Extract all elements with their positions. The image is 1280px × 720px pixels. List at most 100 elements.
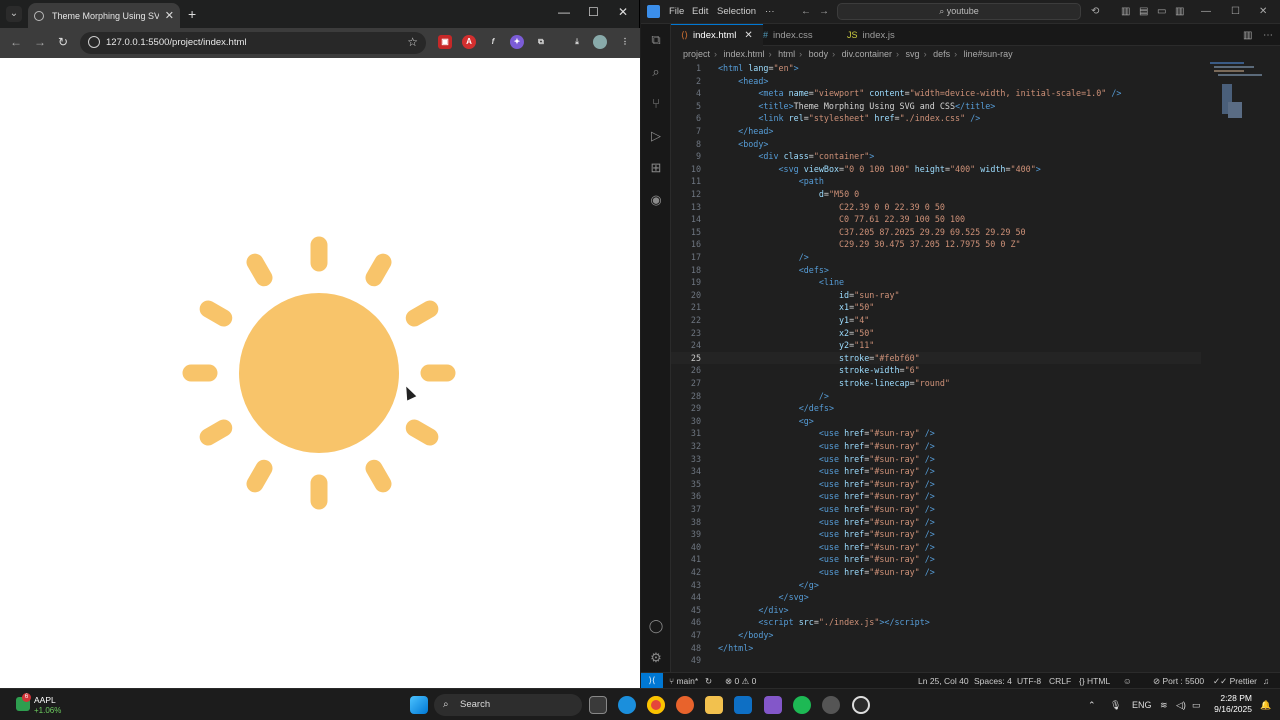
code-line[interactable]: 29 </defs> <box>671 402 1201 415</box>
extension-icon-purple[interactable]: ✦ <box>510 35 524 49</box>
editor-more-icon[interactable]: ⋯ <box>1263 30 1273 41</box>
code-line[interactable]: 27 stroke-linecap="round" <box>671 377 1201 390</box>
tab-index-html[interactable]: ⟨⟩ index.html ✕ <box>671 24 763 46</box>
copilot-icon[interactable]: ⟲ <box>1091 6 1099 17</box>
code-line[interactable]: 19 <line <box>671 276 1201 289</box>
menu-more[interactable]: ··· <box>765 6 775 17</box>
code-line[interactable]: 13 C22.39 0 0 22.39 0 50 <box>671 201 1201 214</box>
code-line[interactable]: 41 <use href="#sun-ray" /> <box>671 553 1201 566</box>
code-line[interactable]: 23 x2="50" <box>671 327 1201 340</box>
notifications-bell-icon[interactable]: ♫ <box>1263 676 1269 686</box>
split-editor-icon[interactable]: ▥ <box>1243 30 1252 41</box>
forward-icon[interactable]: → <box>34 35 46 49</box>
maximize-icon[interactable]: ☐ <box>588 5 599 19</box>
edge-icon[interactable] <box>618 696 636 714</box>
code-line[interactable]: 44 </svg> <box>671 591 1201 604</box>
browser-tab-active[interactable]: Theme Morphing Using SVG an ✕ <box>28 3 180 28</box>
breadcrumb-item[interactable]: project <box>683 49 710 59</box>
back-icon[interactable]: ← <box>10 35 22 49</box>
tab-index-css[interactable]: # index.css <box>753 24 823 46</box>
breadcrumb-item[interactable]: div.container <box>842 49 892 59</box>
minimize-icon[interactable]: — <box>558 5 570 19</box>
code-line[interactable]: 24 y2="11" <box>671 339 1201 352</box>
code-line[interactable]: 20 id="sun-ray" <box>671 289 1201 302</box>
breadcrumb-item[interactable]: line#sun-ray <box>964 49 1013 59</box>
run-debug-icon[interactable]: ▷ <box>648 128 664 144</box>
code-line[interactable]: 25 stroke="#febf60" <box>671 351 1201 365</box>
github-desktop-icon[interactable] <box>822 696 840 714</box>
profile-avatar[interactable] <box>593 35 607 49</box>
taskbar-search[interactable]: ⌕ Search <box>434 694 582 716</box>
accounts-icon[interactable]: ◯ <box>648 618 664 634</box>
command-center-search[interactable]: ⌕ youtube <box>837 3 1081 20</box>
branch-indicator[interactable]: ⑂ main* <box>669 676 698 686</box>
windows-start-icon[interactable] <box>410 696 428 714</box>
code-line[interactable]: 8 <body> <box>671 138 1201 151</box>
visual-studio-icon[interactable] <box>764 696 782 714</box>
extension-icon-font[interactable]: f <box>486 35 500 49</box>
code-line[interactable]: 37 <use href="#sun-ray" /> <box>671 503 1201 516</box>
nav-forward-icon[interactable]: → <box>819 6 829 17</box>
code-line[interactable]: 49 <box>671 654 1201 667</box>
code-line[interactable]: 18 <defs> <box>671 264 1201 277</box>
code-line[interactable]: 30 <g> <box>671 415 1201 428</box>
code-line[interactable]: 21 x1="50" <box>671 301 1201 314</box>
code-line[interactable]: 36 <use href="#sun-ray" /> <box>671 490 1201 503</box>
encoding[interactable]: UTF-8 <box>1017 676 1041 686</box>
code-line[interactable]: 12 d="M50 0 <box>671 188 1201 201</box>
breadcrumb-item[interactable]: index.html <box>724 49 765 59</box>
code-line[interactable]: 2 <head> <box>671 75 1201 88</box>
system-clock[interactable]: 2:28 PM 9/16/2025 <box>1212 693 1252 715</box>
line-ending[interactable]: CRLF <box>1049 676 1071 686</box>
code-line[interactable]: 6 <link rel="stylesheet" href="./index.c… <box>671 112 1201 125</box>
remote-explorer-icon[interactable]: ◉ <box>648 192 664 208</box>
explorer-icon[interactable]: ⧉ <box>648 32 664 48</box>
remote-indicator-icon[interactable]: ⟩⟨ <box>641 673 663 688</box>
code-line[interactable]: 43 </g> <box>671 579 1201 592</box>
tab-index-js[interactable]: JS index.js <box>837 24 905 46</box>
spotify-icon[interactable] <box>793 696 811 714</box>
minimap[interactable] <box>1210 62 1270 132</box>
settings-gear-icon[interactable]: ⚙ <box>648 650 664 666</box>
vscode-minimize-icon[interactable]: — <box>1201 6 1211 17</box>
language-mode[interactable]: {} HTML <box>1079 676 1110 686</box>
menu-selection[interactable]: Selection <box>717 6 756 17</box>
indentation[interactable]: Spaces: 4 <box>974 676 1012 686</box>
vscode-close-icon[interactable]: ✕ <box>1259 6 1267 17</box>
code-line[interactable]: 35 <use href="#sun-ray" /> <box>671 478 1201 491</box>
browser-menu-icon[interactable]: ⋮ <box>618 35 632 49</box>
menu-edit[interactable]: Edit <box>692 6 708 17</box>
layout-panel-icon[interactable]: ▭ <box>1157 6 1166 17</box>
layout-editor-icon[interactable]: ▤ <box>1139 6 1148 17</box>
wifi-icon[interactable]: ≋ <box>1160 700 1168 711</box>
volume-icon[interactable]: ◁) <box>1176 700 1186 711</box>
address-bar[interactable]: 127.0.0.1:5500/project/index.html ☆ <box>80 32 426 54</box>
prettier-status[interactable]: ✓✓ Prettier <box>1213 676 1257 687</box>
problems-indicator[interactable]: ⊗ 0 ⚠ 0 <box>725 676 756 687</box>
battery-icon[interactable]: ▭ <box>1192 700 1201 711</box>
extensions-puzzle-icon[interactable]: ⧉ <box>534 35 548 49</box>
code-line[interactable]: 17 /> <box>671 251 1201 264</box>
extensions-icon[interactable]: ⊞ <box>648 160 664 176</box>
close-tab-icon[interactable]: ✕ <box>165 9 174 22</box>
chrome-icon[interactable] <box>647 696 665 714</box>
code-line[interactable]: 9 <div class="container"> <box>671 150 1201 163</box>
notification-center-icon[interactable]: 🔔 <box>1260 700 1271 711</box>
code-line[interactable]: 40 <use href="#sun-ray" /> <box>671 541 1201 554</box>
microphone-icon[interactable]: 🎙 <box>1110 700 1121 711</box>
search-icon[interactable]: ⌕ <box>648 64 664 80</box>
file-explorer-icon[interactable] <box>705 696 723 714</box>
code-line[interactable]: 11 <path <box>671 175 1201 188</box>
code-line[interactable]: 28 /> <box>671 390 1201 403</box>
site-info-icon[interactable] <box>88 36 100 48</box>
menu-file[interactable]: File <box>669 6 684 17</box>
code-line[interactable]: 22 y1="4" <box>671 314 1201 327</box>
vscode-maximize-icon[interactable]: ☐ <box>1231 6 1240 17</box>
code-line[interactable]: 26 stroke-width="6" <box>671 364 1201 377</box>
breadcrumb-item[interactable]: defs <box>933 49 950 59</box>
code-line[interactable]: 39 <use href="#sun-ray" /> <box>671 528 1201 541</box>
code-line[interactable]: 47 </body> <box>671 629 1201 642</box>
bookmark-star-icon[interactable]: ☆ <box>407 35 418 49</box>
nav-back-icon[interactable]: ← <box>801 6 811 17</box>
tray-overflow-icon[interactable]: ⌃ <box>1088 700 1096 711</box>
